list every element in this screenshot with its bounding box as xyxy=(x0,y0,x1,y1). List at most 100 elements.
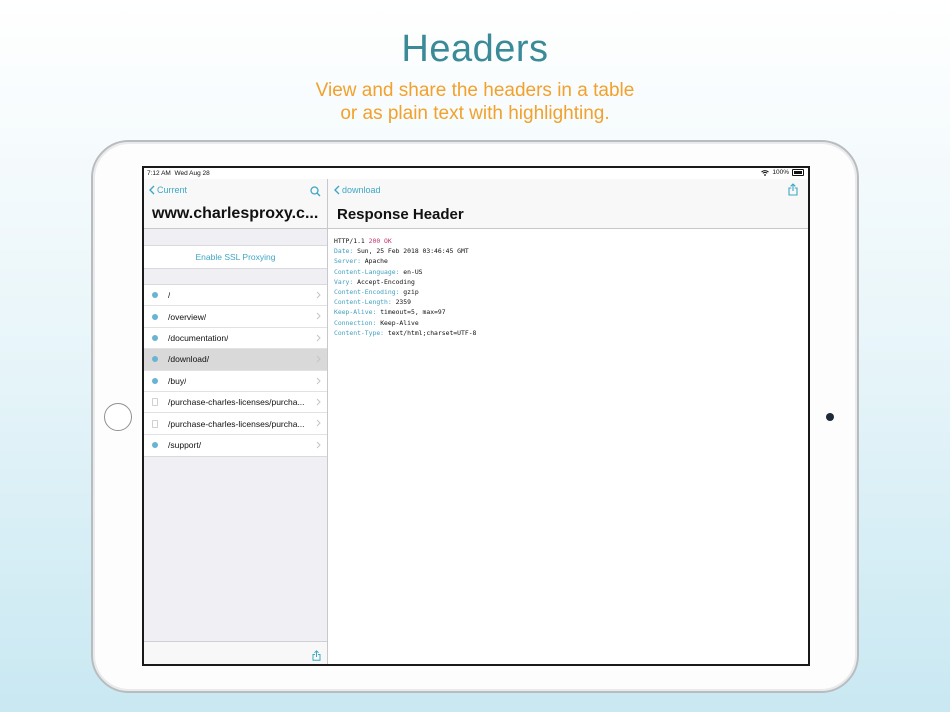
headers-plain-text: HTTP/1.1 200 OK Date: Sun, 25 Feb 2018 0… xyxy=(334,236,476,338)
subtitle-line-2: or as plain text with highlighting. xyxy=(340,103,610,124)
status-date: Wed Aug 28 xyxy=(174,170,210,177)
header-key: Server: xyxy=(334,257,361,266)
path-row-overview[interactable]: /overview/ xyxy=(144,306,327,328)
camera-dot xyxy=(826,413,834,421)
path-label: /download/ xyxy=(168,354,210,365)
status-right: 100% xyxy=(761,169,804,176)
document-icon xyxy=(152,419,158,428)
master-nav-bar: Current www.charlesproxy.c... xyxy=(144,179,327,228)
header-value: 2359 xyxy=(395,298,411,307)
chevron-left-icon xyxy=(334,185,340,195)
back-current-button[interactable]: Current xyxy=(149,185,187,195)
host-title: www.charlesproxy.c... xyxy=(152,205,319,222)
header-value: gzip xyxy=(403,288,419,297)
header-value: Accept-Encoding xyxy=(357,277,415,286)
globe-icon xyxy=(152,356,158,363)
master-pane: Current www.charlesproxy.c... Enable SSL… xyxy=(144,179,328,664)
header-line: Date: Sun, 25 Feb 2018 03:46:45 GMT xyxy=(334,246,476,256)
path-label: /purchase-charles-licenses/purcha... xyxy=(168,418,305,429)
detail-nav-bar: download Response Header xyxy=(328,179,808,229)
header-line: Keep-Alive: timeout=5, max=97 xyxy=(334,307,476,317)
back-download-label: download xyxy=(342,185,381,195)
share-icon xyxy=(312,650,321,661)
header-key: Connection: xyxy=(334,318,377,327)
header-value: Apache xyxy=(364,257,388,266)
header-key: Content-Type: xyxy=(334,328,385,337)
header-value: en-US xyxy=(403,267,423,276)
battery-percent: 100% xyxy=(772,169,789,176)
path-row-documentation[interactable]: /documentation/ xyxy=(144,328,327,350)
share-button-detail[interactable] xyxy=(788,183,798,201)
header-line: Server: Apache xyxy=(334,256,476,266)
status-time: 7:12 AM xyxy=(147,170,171,177)
header-value: Keep-Alive xyxy=(380,318,419,327)
status-protocol: HTTP/1.1 xyxy=(334,237,365,245)
subtitle-line-1: View and share the headers in a table xyxy=(315,80,635,101)
share-icon xyxy=(788,183,798,196)
header-key: Content-Length: xyxy=(334,298,392,307)
home-button[interactable] xyxy=(104,403,132,431)
status-line: HTTP/1.1 200 OK xyxy=(334,236,476,246)
globe-icon xyxy=(152,377,158,384)
header-value: text/html;charset=UTF-8 xyxy=(387,328,477,337)
master-toolbar xyxy=(144,641,327,664)
path-label: /support/ xyxy=(168,440,202,451)
chevron-right-icon xyxy=(316,377,321,384)
enable-ssl-proxying-button[interactable]: Enable SSL Proxying xyxy=(144,245,327,269)
globe-icon xyxy=(152,334,158,341)
battery-icon xyxy=(792,169,804,176)
header-value: timeout=5, max=97 xyxy=(380,308,446,317)
header-value: Sun, 25 Feb 2018 03:46:45 GMT xyxy=(357,247,469,256)
header-line: Content-Language: en-US xyxy=(334,267,476,277)
header-line: Connection: Keep-Alive xyxy=(334,318,476,328)
marketing-title: Headers xyxy=(401,28,549,70)
chevron-right-icon xyxy=(316,441,321,449)
marketing-subtitle: View and share the headers in a table or… xyxy=(0,79,950,125)
path-label: /purchase-charles-licenses/purcha... xyxy=(168,397,305,408)
chevron-right-icon xyxy=(316,334,321,342)
master-separator xyxy=(144,228,327,229)
chevron-right-icon xyxy=(316,398,321,406)
path-row-root[interactable]: / xyxy=(144,285,327,307)
detail-pane: download Response Header HTTP/1.1 200 OK… xyxy=(328,179,808,664)
globe-icon xyxy=(152,313,158,320)
header-key: Vary: xyxy=(334,277,354,286)
wifi-icon xyxy=(761,169,770,176)
path-label: /documentation/ xyxy=(168,332,229,343)
path-list: / /overview/ /documentation/ /download/ xyxy=(144,284,327,458)
globe-icon xyxy=(152,442,158,449)
chevron-right-icon xyxy=(316,291,321,299)
back-current-label: Current xyxy=(157,185,188,195)
chevron-right-icon xyxy=(316,313,321,320)
globe-icon xyxy=(152,292,158,299)
header-key: Keep-Alive: xyxy=(334,308,377,317)
header-line: Content-Encoding: gzip xyxy=(334,287,476,297)
path-label: / xyxy=(168,290,171,301)
back-download-button[interactable]: download xyxy=(334,185,381,195)
document-icon xyxy=(152,398,158,407)
share-button-master[interactable] xyxy=(312,648,321,664)
header-key: Content-Encoding: xyxy=(334,288,400,297)
status-time-date: 7:12 AM Wed Aug 28 xyxy=(147,170,210,177)
chevron-right-icon xyxy=(316,419,321,427)
header-line: Vary: Accept-Encoding xyxy=(334,277,476,287)
path-row-purchase-1[interactable]: /purchase-charles-licenses/purcha... xyxy=(144,392,327,414)
path-row-support[interactable]: /support/ xyxy=(144,435,327,456)
header-line: Content-Length: 2359 xyxy=(334,297,476,307)
ipad-screen: 7:12 AM Wed Aug 28 100% Current www.char… xyxy=(142,166,810,666)
status-bar: 7:12 AM Wed Aug 28 100% xyxy=(144,168,808,179)
chevron-right-icon xyxy=(316,355,321,363)
path-row-purchase-2[interactable]: /purchase-charles-licenses/purcha... xyxy=(144,413,327,435)
path-row-download[interactable]: /download/ xyxy=(144,349,327,371)
path-row-buy[interactable]: /buy/ xyxy=(144,371,327,392)
path-label: /overview/ xyxy=(168,311,207,322)
chevron-left-icon xyxy=(149,185,155,195)
header-line: Content-Type: text/html;charset=UTF-8 xyxy=(334,328,476,338)
header-key: Content-Language: xyxy=(334,267,400,276)
header-key: Date: xyxy=(334,247,354,256)
search-button[interactable] xyxy=(310,184,321,202)
path-label: /buy/ xyxy=(168,375,187,386)
status-code: 200 OK xyxy=(368,237,392,245)
response-header-title: Response Header xyxy=(337,206,464,223)
search-icon xyxy=(310,186,321,197)
